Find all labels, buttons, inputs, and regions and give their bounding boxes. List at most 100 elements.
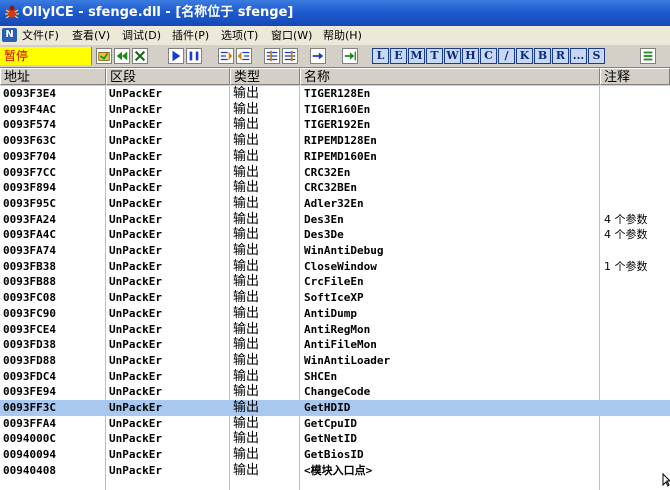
open-file-icon[interactable] bbox=[96, 48, 112, 64]
section-cell: UnPackEr bbox=[109, 338, 162, 352]
address-cell: 0093F63C bbox=[3, 134, 56, 148]
table-row[interactable]: 0093F3E4 UnPackEr 输出 TIGER128En bbox=[0, 86, 670, 102]
step-over-icon[interactable] bbox=[236, 48, 252, 64]
section-cell: UnPackEr bbox=[109, 134, 162, 148]
menu-view[interactable]: 查看(V) bbox=[70, 26, 112, 45]
patches-window-button[interactable]: / bbox=[498, 48, 515, 64]
name-cell: CrcFileEn bbox=[304, 275, 364, 289]
table-row[interactable]: 0093FFA4 UnPackEr 输出 GetCpuID bbox=[0, 416, 670, 432]
table-row[interactable]: 00940408 UnPackEr 输出 <模块入口点> bbox=[0, 463, 670, 479]
table-row[interactable]: 0093FD38 UnPackEr 输出 AntiFileMon bbox=[0, 337, 670, 353]
table-row[interactable]: 00940094 UnPackEr 输出 GetBiosID bbox=[0, 447, 670, 463]
table-row[interactable]: 0093F574 UnPackEr 输出 TIGER192En bbox=[0, 117, 670, 133]
column-section[interactable]: 区段 bbox=[106, 68, 230, 85]
address-cell: 0093F95C bbox=[3, 196, 56, 210]
table-row[interactable]: 0093FE94 UnPackEr 输出 ChangeCode bbox=[0, 384, 670, 400]
table-row[interactable]: 0093F704 UnPackEr 输出 RIPEMD160En bbox=[0, 149, 670, 165]
windows-window-button[interactable]: W bbox=[444, 48, 461, 64]
table-row[interactable]: 0093FB88 UnPackEr 输出 CrcFileEn bbox=[0, 274, 670, 290]
close-icon[interactable] bbox=[132, 48, 148, 64]
section-cell: UnPackEr bbox=[109, 165, 162, 179]
column-name[interactable]: 名称 bbox=[300, 68, 600, 85]
cpu-window-button[interactable]: C bbox=[480, 48, 497, 64]
table-row[interactable]: 0093F7CC UnPackEr 输出 CRC32En bbox=[0, 165, 670, 181]
table-row[interactable]: 0093FF3C UnPackEr 输出 GetHDID bbox=[0, 400, 670, 416]
source-window-button[interactable]: S bbox=[588, 48, 605, 64]
list-icon[interactable] bbox=[640, 48, 656, 64]
type-cell: 输出 bbox=[233, 274, 260, 290]
trace-into-icon[interactable] bbox=[264, 48, 280, 64]
run-trace-window-button[interactable]: ... bbox=[570, 48, 587, 64]
menu-help[interactable]: 帮助(H) bbox=[321, 26, 364, 45]
handles-window-button[interactable]: H bbox=[462, 48, 479, 64]
rewind-icon[interactable] bbox=[114, 48, 130, 64]
type-cell: 输出 bbox=[233, 164, 260, 180]
table-row[interactable]: 0093F63C UnPackEr 输出 RIPEMD128En bbox=[0, 133, 670, 149]
section-cell: UnPackEr bbox=[109, 275, 162, 289]
name-cell: GetBiosID bbox=[304, 448, 364, 462]
status-indicator: 暂停 bbox=[0, 47, 92, 65]
run-icon[interactable] bbox=[168, 48, 184, 64]
table-row[interactable]: 0093FDC4 UnPackEr 输出 SHCEn bbox=[0, 369, 670, 385]
breakpoints-window-button[interactable]: B bbox=[534, 48, 551, 64]
address-cell: 0093FB88 bbox=[3, 275, 56, 289]
section-cell: UnPackEr bbox=[109, 353, 162, 367]
table-row[interactable]: 0093FCE4 UnPackEr 输出 AntiRegMon bbox=[0, 322, 670, 338]
column-type[interactable]: 类型 bbox=[230, 68, 300, 85]
menu-window[interactable]: 窗口(W) bbox=[269, 26, 314, 45]
trace-over-icon[interactable] bbox=[282, 48, 298, 64]
type-cell: 输出 bbox=[233, 337, 260, 353]
memory-window-button[interactable]: M bbox=[408, 48, 425, 64]
type-cell: 输出 bbox=[233, 117, 260, 133]
execute-till-return-icon[interactable] bbox=[310, 48, 326, 64]
table-row[interactable]: 0093FD88 UnPackEr 输出 WinAntiLoader bbox=[0, 353, 670, 369]
pause-icon[interactable] bbox=[186, 48, 202, 64]
bug-icon[interactable] bbox=[4, 4, 20, 20]
section-cell: UnPackEr bbox=[109, 385, 162, 399]
table-row[interactable]: 0093F95C UnPackEr 输出 Adler32En bbox=[0, 196, 670, 212]
address-cell: 0093FD88 bbox=[3, 353, 56, 367]
goto-icon[interactable] bbox=[342, 48, 358, 64]
comment-cell: 1 个参数 bbox=[604, 259, 648, 273]
menu-plugins[interactable]: 插件(P) bbox=[170, 26, 211, 45]
table-row[interactable]: 0093FA74 UnPackEr 输出 WinAntiDebug bbox=[0, 243, 670, 259]
table-row[interactable]: 0093FC08 UnPackEr 输出 SoftIceXP bbox=[0, 290, 670, 306]
type-cell: 输出 bbox=[233, 305, 260, 321]
modules-window-button[interactable]: E bbox=[390, 48, 407, 64]
table-row[interactable]: 0094000C UnPackEr 输出 GetNetID bbox=[0, 431, 670, 447]
column-comment[interactable]: 注释 bbox=[600, 68, 670, 85]
mdi-document-icon[interactable]: N bbox=[2, 28, 17, 42]
name-cell: GetCpuID bbox=[304, 416, 357, 430]
call-stack-window-button[interactable]: K bbox=[516, 48, 533, 64]
step-into-icon[interactable] bbox=[218, 48, 234, 64]
menu-debug[interactable]: 调试(D) bbox=[120, 26, 163, 45]
table-row[interactable]: 0093FB38 UnPackEr 输出 CloseWindow 1 个参数 bbox=[0, 259, 670, 275]
section-cell: UnPackEr bbox=[109, 244, 162, 257]
section-cell: UnPackEr bbox=[109, 181, 162, 195]
name-cell: AntiRegMon bbox=[304, 322, 371, 336]
table-row[interactable]: 0093FA4C UnPackEr 输出 Des3De 4 个参数 bbox=[0, 227, 670, 243]
table-row[interactable]: 0093FA24 UnPackEr 输出 Des3En 4 个参数 bbox=[0, 212, 670, 228]
names-table[interactable]: 0093F3E4 UnPackEr 输出 TIGER128En 0093F4AC UnPa… bbox=[0, 86, 670, 490]
log-window-button[interactable]: L bbox=[372, 48, 389, 64]
table-row[interactable]: 0093F4AC UnPackEr 输出 TIGER160En bbox=[0, 102, 670, 118]
section-cell: UnPackEr bbox=[109, 463, 162, 477]
menu-file[interactable]: 文件(F) bbox=[20, 26, 61, 45]
name-cell: TIGER128En bbox=[304, 87, 371, 100]
column-address[interactable]: 地址 bbox=[0, 68, 106, 85]
address-cell: 00940094 bbox=[3, 448, 56, 462]
table-row[interactable]: 0093F894 UnPackEr 输出 CRC32BEn bbox=[0, 180, 670, 196]
address-cell: 0093F574 bbox=[3, 118, 56, 132]
menu-options[interactable]: 选项(T) bbox=[219, 26, 260, 45]
type-cell: 输出 bbox=[233, 148, 260, 164]
name-cell: Adler32En bbox=[304, 196, 364, 210]
type-cell: 输出 bbox=[233, 195, 260, 211]
references-window-button[interactable]: R bbox=[552, 48, 569, 64]
address-cell: 0093FE94 bbox=[3, 385, 56, 399]
type-cell: 输出 bbox=[233, 321, 260, 337]
name-cell: GetHDID bbox=[304, 401, 351, 414]
type-cell: 输出 bbox=[233, 211, 260, 227]
section-cell: UnPackEr bbox=[109, 432, 162, 446]
threads-window-button[interactable]: T bbox=[426, 48, 443, 64]
table-row[interactable]: 0093FC90 UnPackEr 输出 AntiDump bbox=[0, 306, 670, 322]
